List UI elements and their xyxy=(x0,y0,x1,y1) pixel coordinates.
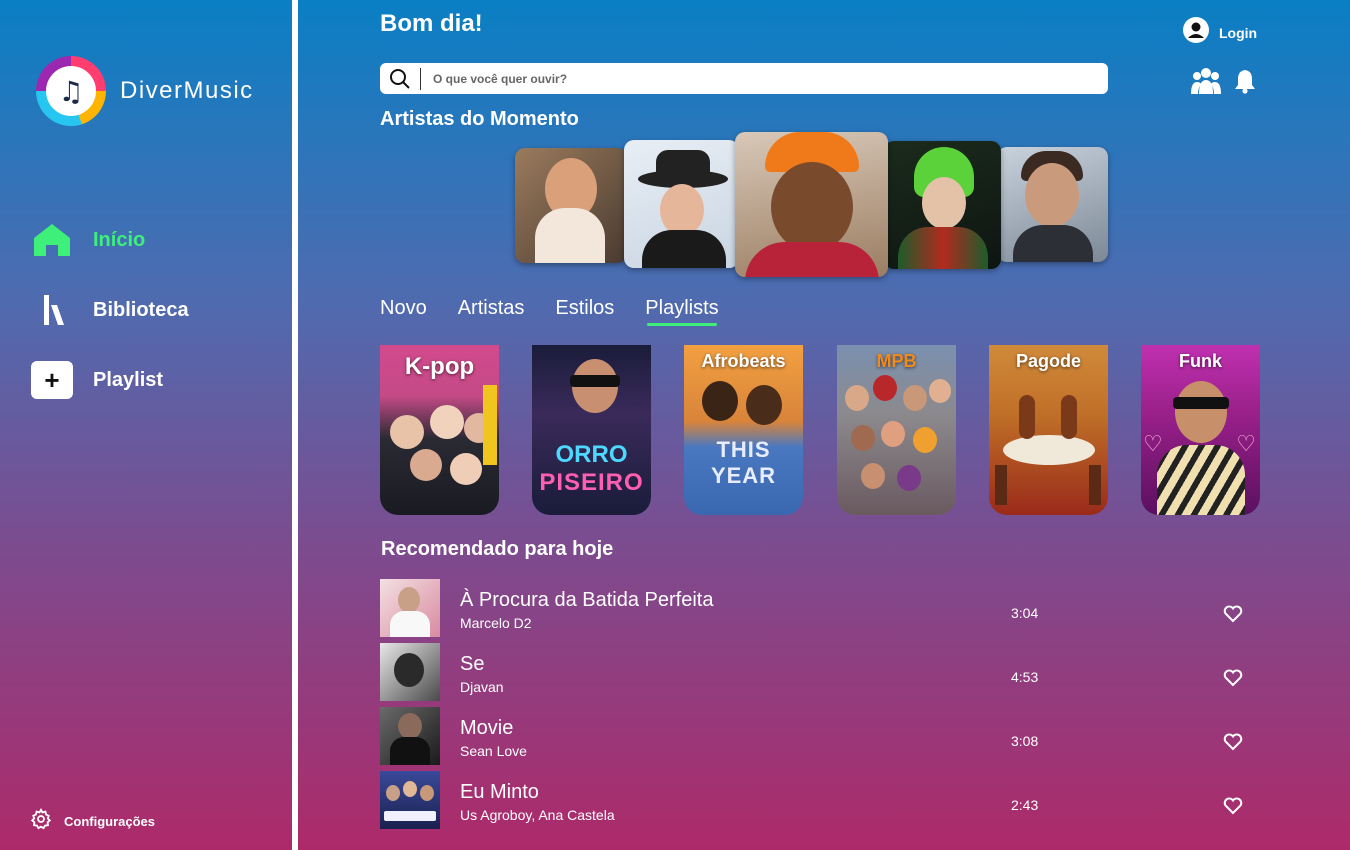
heart-icon[interactable] xyxy=(1223,733,1243,756)
track-artist: Sean Love xyxy=(460,743,527,759)
track-row[interactable]: À Procura da Batida Perfeita Marcelo D2 … xyxy=(380,579,1260,639)
sidebar-nav: Início Biblioteca + Playlist xyxy=(30,220,189,430)
sidebar-item-label: Início xyxy=(93,228,146,251)
genre-label: Funk xyxy=(1179,351,1222,371)
genre-label: Afrobeats xyxy=(701,351,786,371)
settings-label: Configurações xyxy=(64,814,156,829)
search-icon[interactable] xyxy=(380,68,420,90)
genre-label: K-pop xyxy=(404,353,475,380)
artist-card[interactable] xyxy=(624,140,739,268)
search-divider xyxy=(420,67,421,90)
tab-artistas[interactable]: Artistas xyxy=(458,297,525,320)
track-cover xyxy=(380,643,440,701)
sidebar-item-inicio[interactable]: Início xyxy=(30,220,189,260)
track-cover xyxy=(380,579,440,637)
genre-card-kpop[interactable]: K-pop xyxy=(380,345,499,515)
track-cover xyxy=(380,707,440,765)
plus-icon: + xyxy=(30,360,74,400)
genre-label: MPB xyxy=(876,351,917,371)
tab-playlists[interactable]: Playlists xyxy=(645,297,719,326)
home-icon xyxy=(30,220,74,260)
artist-card[interactable] xyxy=(515,148,627,263)
genre-card-piseiro[interactable]: PISEIRO ORRO xyxy=(532,345,651,515)
heart-icon[interactable] xyxy=(1223,797,1243,820)
track-title: Se xyxy=(460,653,485,675)
track-title: Eu Minto xyxy=(460,781,539,803)
login-label: Login xyxy=(1219,24,1258,41)
track-duration: 3:04 xyxy=(1011,605,1039,621)
artist-card[interactable] xyxy=(997,147,1108,262)
tab-novo[interactable]: Novo xyxy=(380,297,427,320)
logo-music-icon: ♫ xyxy=(36,56,106,126)
genre-label: Pagode xyxy=(1015,351,1081,371)
tab-estilos[interactable]: Estilos xyxy=(555,297,614,320)
header-actions xyxy=(1190,66,1256,101)
genre-card-afrobeats[interactable]: Afrobeats THIS YEAR xyxy=(684,345,803,515)
track-row[interactable]: Eu Minto Us Agroboy, Ana Castela 2:43 xyxy=(380,771,1260,831)
heart-icon[interactable] xyxy=(1223,605,1243,628)
track-duration: 3:08 xyxy=(1011,733,1039,749)
artists-section-title: Artistas do Momento xyxy=(380,108,579,130)
sidebar: ♫ DiverMusic Início Biblioteca + Playlis… xyxy=(0,0,298,850)
sidebar-item-biblioteca[interactable]: Biblioteca xyxy=(30,290,189,330)
track-duration: 2:43 xyxy=(1011,797,1039,813)
content-tabs: Novo Artistas Estilos Playlists xyxy=(380,297,719,326)
artist-card[interactable] xyxy=(884,141,1001,269)
login-button[interactable]: Login xyxy=(1183,17,1257,48)
search-input[interactable] xyxy=(433,71,1073,86)
settings-button[interactable]: Configurações xyxy=(30,807,156,835)
artist-card[interactable] xyxy=(735,132,888,277)
library-icon xyxy=(30,290,74,330)
bell-icon[interactable] xyxy=(1234,68,1256,99)
track-duration: 4:53 xyxy=(1011,669,1039,685)
sidebar-item-playlist[interactable]: + Playlist xyxy=(30,360,189,400)
app-logo[interactable]: ♫ DiverMusic xyxy=(36,56,254,126)
genre-card-funk[interactable]: Funk ♡ ♡ xyxy=(1141,345,1260,515)
track-artist: Djavan xyxy=(460,679,504,695)
genre-overlay-text: THIS YEAR xyxy=(710,437,777,488)
page-title: Bom dia! xyxy=(380,10,483,37)
heart-icon[interactable] xyxy=(1223,669,1243,692)
track-artist: Us Agroboy, Ana Castela xyxy=(460,807,615,823)
track-title: À Procura da Batida Perfeita xyxy=(460,589,714,611)
recommended-section-title: Recomendado para hoje xyxy=(381,538,614,560)
genre-card-mpb[interactable]: MPB xyxy=(837,345,956,515)
track-row[interactable]: Se Djavan 4:53 xyxy=(380,643,1260,703)
track-cover xyxy=(380,771,440,829)
genre-card-pagode[interactable]: Pagode xyxy=(989,345,1108,515)
sidebar-item-label: Playlist xyxy=(93,368,164,391)
sidebar-item-label: Biblioteca xyxy=(93,298,189,321)
genre-overlay-text: PISEIRO xyxy=(539,469,644,496)
search-bar xyxy=(380,63,1108,94)
track-title: Movie xyxy=(460,717,514,739)
app-name: DiverMusic xyxy=(120,77,254,104)
gear-icon xyxy=(30,807,52,835)
track-artist: Marcelo D2 xyxy=(460,615,532,631)
friends-icon[interactable] xyxy=(1190,66,1222,101)
user-avatar-icon xyxy=(1183,17,1209,48)
track-row[interactable]: Movie Sean Love 3:08 xyxy=(380,707,1260,767)
